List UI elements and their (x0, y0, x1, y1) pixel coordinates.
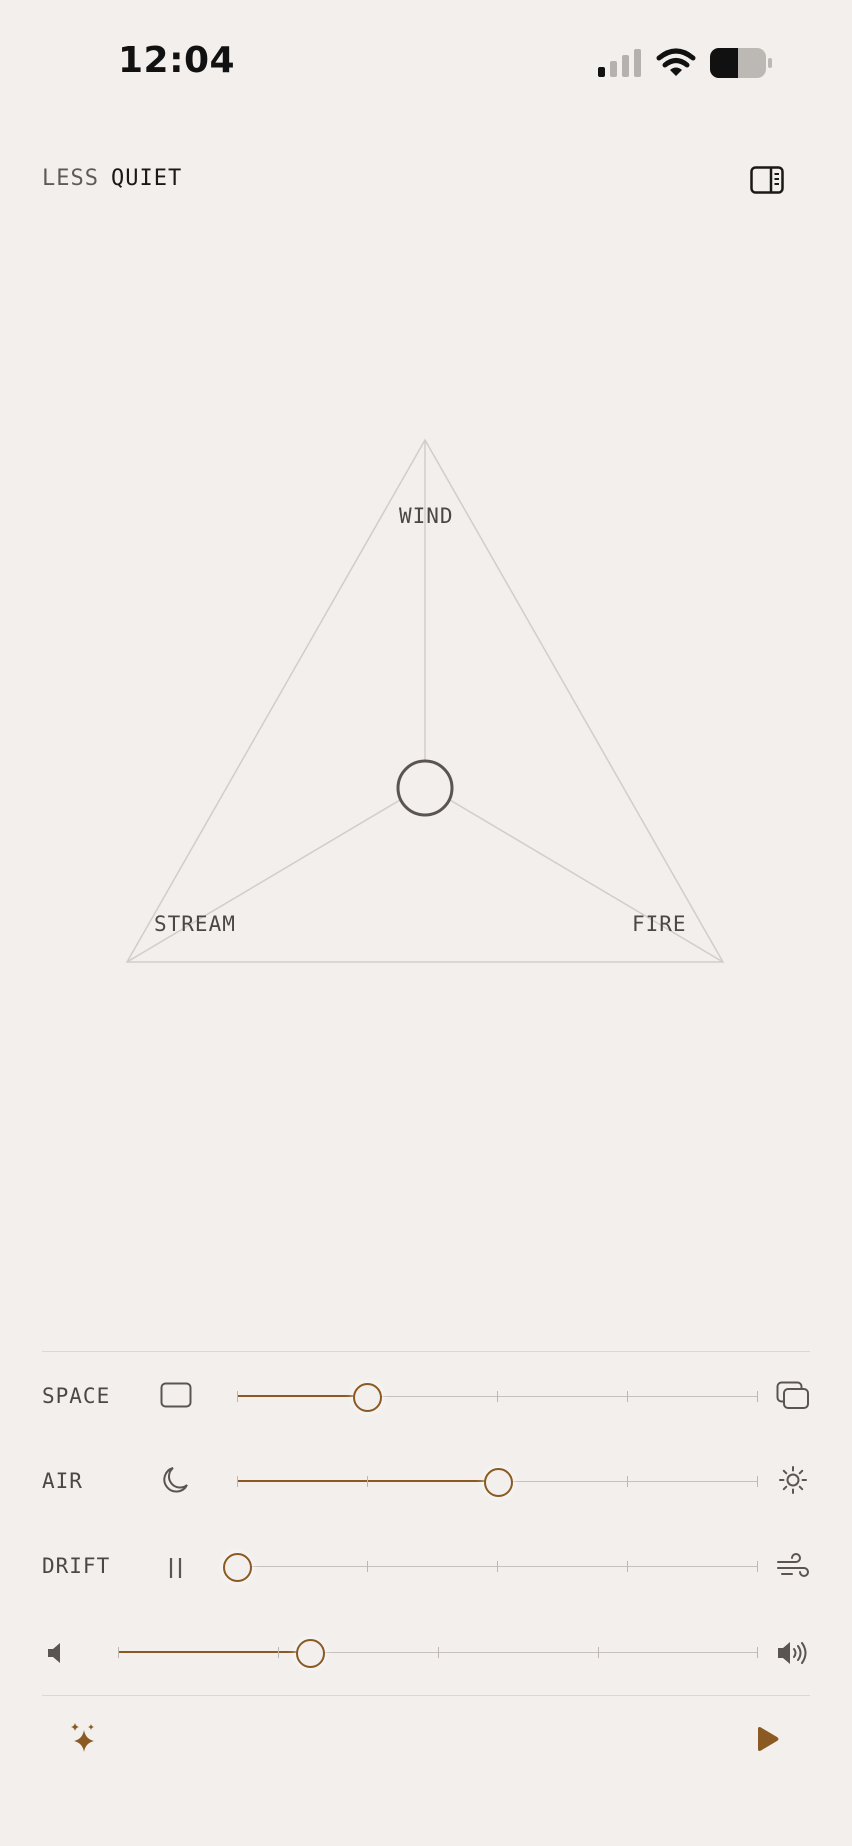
controls-bottom-divider (42, 1695, 810, 1696)
volume-slider-thumb[interactable] (296, 1639, 325, 1668)
air-label: AIR (42, 1469, 83, 1493)
label-wind: WIND (399, 504, 454, 528)
play-button[interactable] (756, 1726, 780, 1756)
sidebar-icon (750, 166, 784, 194)
volume-slider[interactable] (118, 1633, 758, 1673)
controls-top-divider (42, 1351, 810, 1352)
layers-icon (776, 1381, 810, 1415)
drift-slider[interactable] (223, 1547, 758, 1587)
moon-icon (160, 1465, 190, 1499)
pause-bars-icon (166, 1555, 186, 1585)
space-label: SPACE (42, 1384, 111, 1408)
status-bar: 12:04 (0, 0, 852, 120)
battery-icon (710, 48, 772, 78)
brand-first-word: LESS (42, 166, 99, 191)
brand-second-word: QUIET (110, 166, 183, 191)
play-icon (758, 1727, 779, 1751)
wifi-icon (656, 48, 696, 76)
drift-label: DRIFT (42, 1554, 111, 1578)
air-slider-thumb[interactable] (484, 1468, 513, 1497)
app-brand: LESS QUIET (42, 166, 182, 191)
square-icon (160, 1382, 192, 1412)
sidebar-toggle-button[interactable] (750, 166, 784, 194)
space-slider[interactable] (237, 1377, 758, 1417)
speaker-low-icon (46, 1641, 64, 1669)
randomize-button[interactable] (68, 1722, 100, 1760)
status-icons (598, 46, 772, 80)
sparkles-icon (71, 1723, 94, 1752)
status-time: 12:04 (118, 40, 236, 81)
wind-icon (776, 1553, 810, 1585)
space-slider-thumb[interactable] (353, 1383, 382, 1412)
air-slider[interactable] (237, 1462, 758, 1502)
mix-position-handle (396, 759, 454, 817)
speaker-high-icon (776, 1639, 810, 1671)
label-stream: STREAM (154, 912, 236, 936)
label-fire: FIRE (632, 912, 687, 936)
spoke-fire (449, 799, 724, 963)
sun-icon (778, 1465, 808, 1499)
cellular-signal-icon (598, 49, 641, 77)
drift-slider-thumb[interactable] (223, 1553, 252, 1582)
spoke-stream (126, 799, 401, 963)
